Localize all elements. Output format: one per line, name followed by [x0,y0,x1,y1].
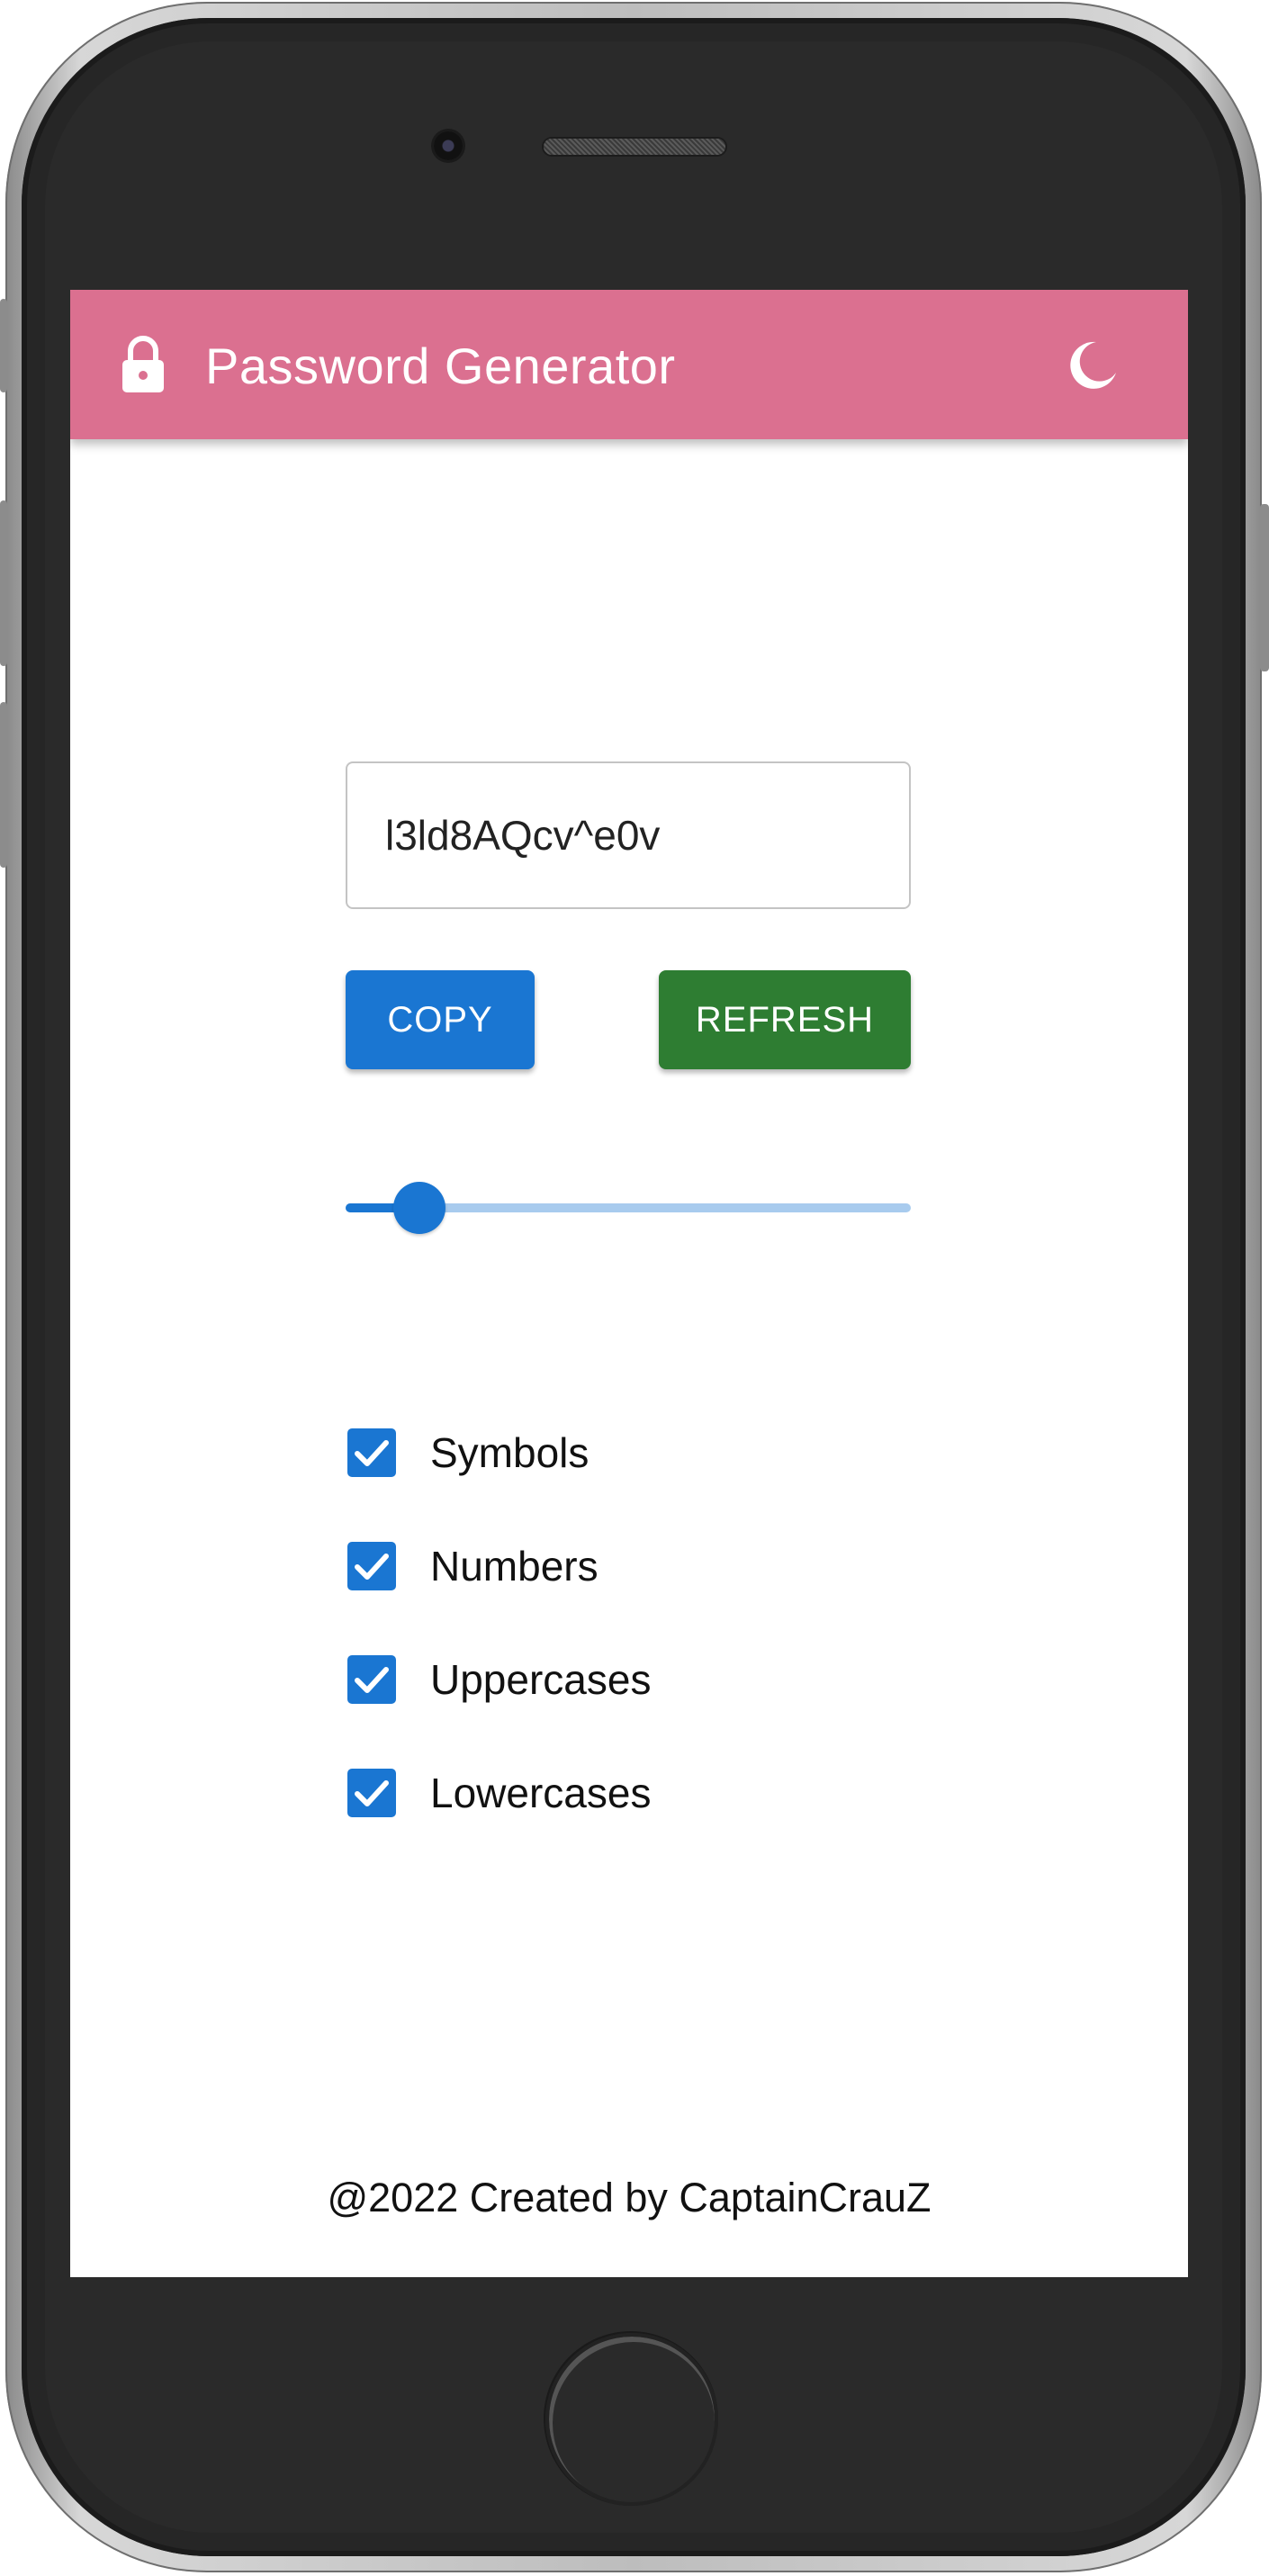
option-uppercases[interactable]: Uppercases [347,1653,651,1707]
numbers-checkbox[interactable] [347,1542,396,1590]
symbols-checkbox[interactable] [347,1428,396,1477]
option-symbols[interactable]: Symbols [347,1426,589,1480]
slider-thumb[interactable] [393,1182,446,1234]
volume-down-button [0,702,7,868]
volume-up-button [0,500,7,666]
power-button [1260,504,1269,671]
app-screen: Password Generator COPY REFRESH Symbols [70,290,1188,2277]
option-label: Symbols [430,1429,590,1476]
length-slider[interactable] [346,1181,911,1235]
lock-icon [122,336,164,392]
front-camera [434,131,463,160]
lowercases-checkbox[interactable] [347,1769,396,1817]
earpiece-speaker [544,139,725,155]
refresh-button[interactable]: REFRESH [659,970,911,1069]
footer-credit: @2022 Created by CaptainCrauZ [327,2175,932,2220]
option-label: Uppercases [430,1656,652,1703]
moon-icon [1070,341,1116,389]
check-icon [355,1554,389,1580]
phone-mockup: Password Generator COPY REFRESH Symbols [0,0,1269,2576]
check-icon [355,1440,389,1466]
check-icon [355,1780,389,1806]
app-bar: Password Generator [70,290,1188,439]
home-button[interactable] [545,2333,718,2506]
app-title: Password Generator [205,338,676,394]
check-icon [355,1667,389,1693]
silent-switch [0,299,7,392]
option-label: Lowercases [430,1770,652,1816]
password-field[interactable] [346,761,911,909]
uppercases-checkbox[interactable] [347,1655,396,1704]
option-numbers[interactable]: Numbers [347,1539,598,1593]
theme-toggle-button[interactable] [1060,333,1123,396]
option-label: Numbers [430,1543,598,1590]
copy-button[interactable]: COPY [346,970,535,1069]
option-lowercases[interactable]: Lowercases [347,1766,651,1820]
